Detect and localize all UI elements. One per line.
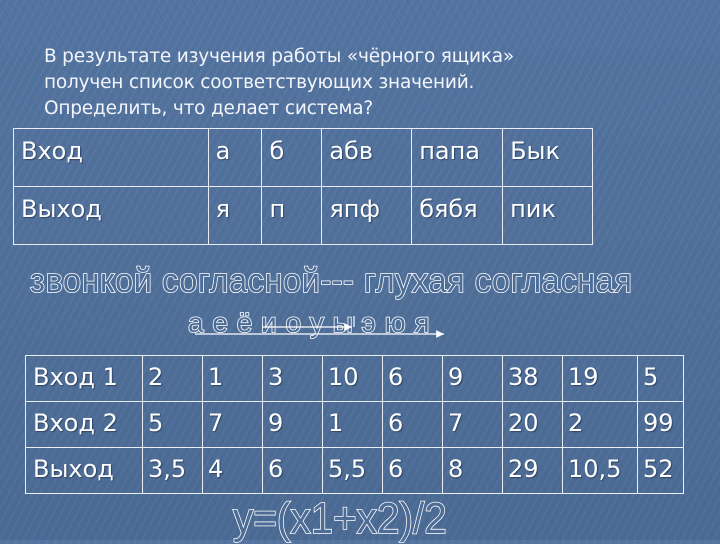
table-cell: Бык: [502, 128, 593, 187]
table-cell: 19: [562, 355, 638, 402]
table-cell: 9: [262, 401, 323, 448]
table-cell: я: [207, 186, 263, 245]
table-cell: п: [261, 186, 323, 245]
table-row-output: Выход 3,5 4 6 5,5 6 8 29 10,5 52: [25, 447, 684, 494]
table-row-input: Вход а б абв папа Бык: [13, 128, 593, 187]
table-cell: 3,5: [142, 447, 203, 494]
row-header: Выход: [13, 186, 209, 245]
rule-text: звонкой согласной--- глухая согласная: [29, 261, 633, 301]
table-cell: 9: [442, 355, 503, 402]
table-cell: 4: [202, 447, 263, 494]
table-cell: 5: [637, 355, 684, 402]
table-cell: 5: [142, 401, 203, 448]
table-cell: 8: [442, 447, 503, 494]
table-cell: пик: [502, 186, 593, 245]
table-cell: 1: [322, 401, 383, 448]
row-header: Вход: [13, 128, 209, 187]
table-cell: 6: [382, 355, 443, 402]
table-cell: 10: [322, 355, 383, 402]
table-cell: 2: [142, 355, 203, 402]
numbers-table: Вход 1 2 1 3 10 6 9 38 19 5 Вход 2 5 7 9…: [25, 355, 684, 494]
table-row-input1: Вход 1 2 1 3 10 6 9 38 19 5: [25, 355, 684, 402]
table-cell: 29: [502, 447, 563, 494]
row-header: Вход 1: [25, 355, 143, 402]
task-line: В результате изучения работы «чёрного ящ…: [44, 46, 514, 67]
table-cell: абв: [321, 128, 413, 187]
table-cell: 38: [502, 355, 563, 402]
task-description: В результате изучения работы «чёрного ящ…: [44, 44, 644, 122]
table-cell: 20: [502, 401, 563, 448]
vowels-text: а е ё и о у ы э ю я: [187, 306, 430, 339]
table-cell: папа: [411, 128, 504, 187]
table-row-output: Выход я п япф бябя пик: [13, 186, 593, 245]
table-cell: 6: [262, 447, 323, 494]
table-cell: 7: [442, 401, 503, 448]
table-cell: 3: [262, 355, 323, 402]
table-cell: 1: [202, 355, 263, 402]
table-cell: б: [261, 128, 323, 187]
row-header: Выход: [25, 447, 143, 494]
table-cell: япф: [321, 186, 413, 245]
letters-table: Вход а б абв папа Бык Выход я п япф бябя…: [13, 128, 593, 245]
task-line: Определить, что делает система?: [44, 98, 373, 119]
table-cell: 10,5: [562, 447, 638, 494]
table-cell: бябя: [411, 186, 504, 245]
table-row-input2: Вход 2 5 7 9 1 6 7 20 2 99: [25, 401, 684, 448]
table-cell: 52: [637, 447, 684, 494]
table-cell: 6: [382, 447, 443, 494]
row-header: Вход 2: [25, 401, 143, 448]
task-line: получен список соответствующих значений.: [44, 72, 475, 93]
formula: y=(x1+x2)/2: [232, 493, 447, 544]
table-cell: 5,5: [322, 447, 383, 494]
table-cell: 99: [637, 401, 684, 448]
table-cell: 6: [382, 401, 443, 448]
table-cell: а: [207, 128, 263, 187]
table-cell: 7: [202, 401, 263, 448]
table-cell: 2: [562, 401, 638, 448]
